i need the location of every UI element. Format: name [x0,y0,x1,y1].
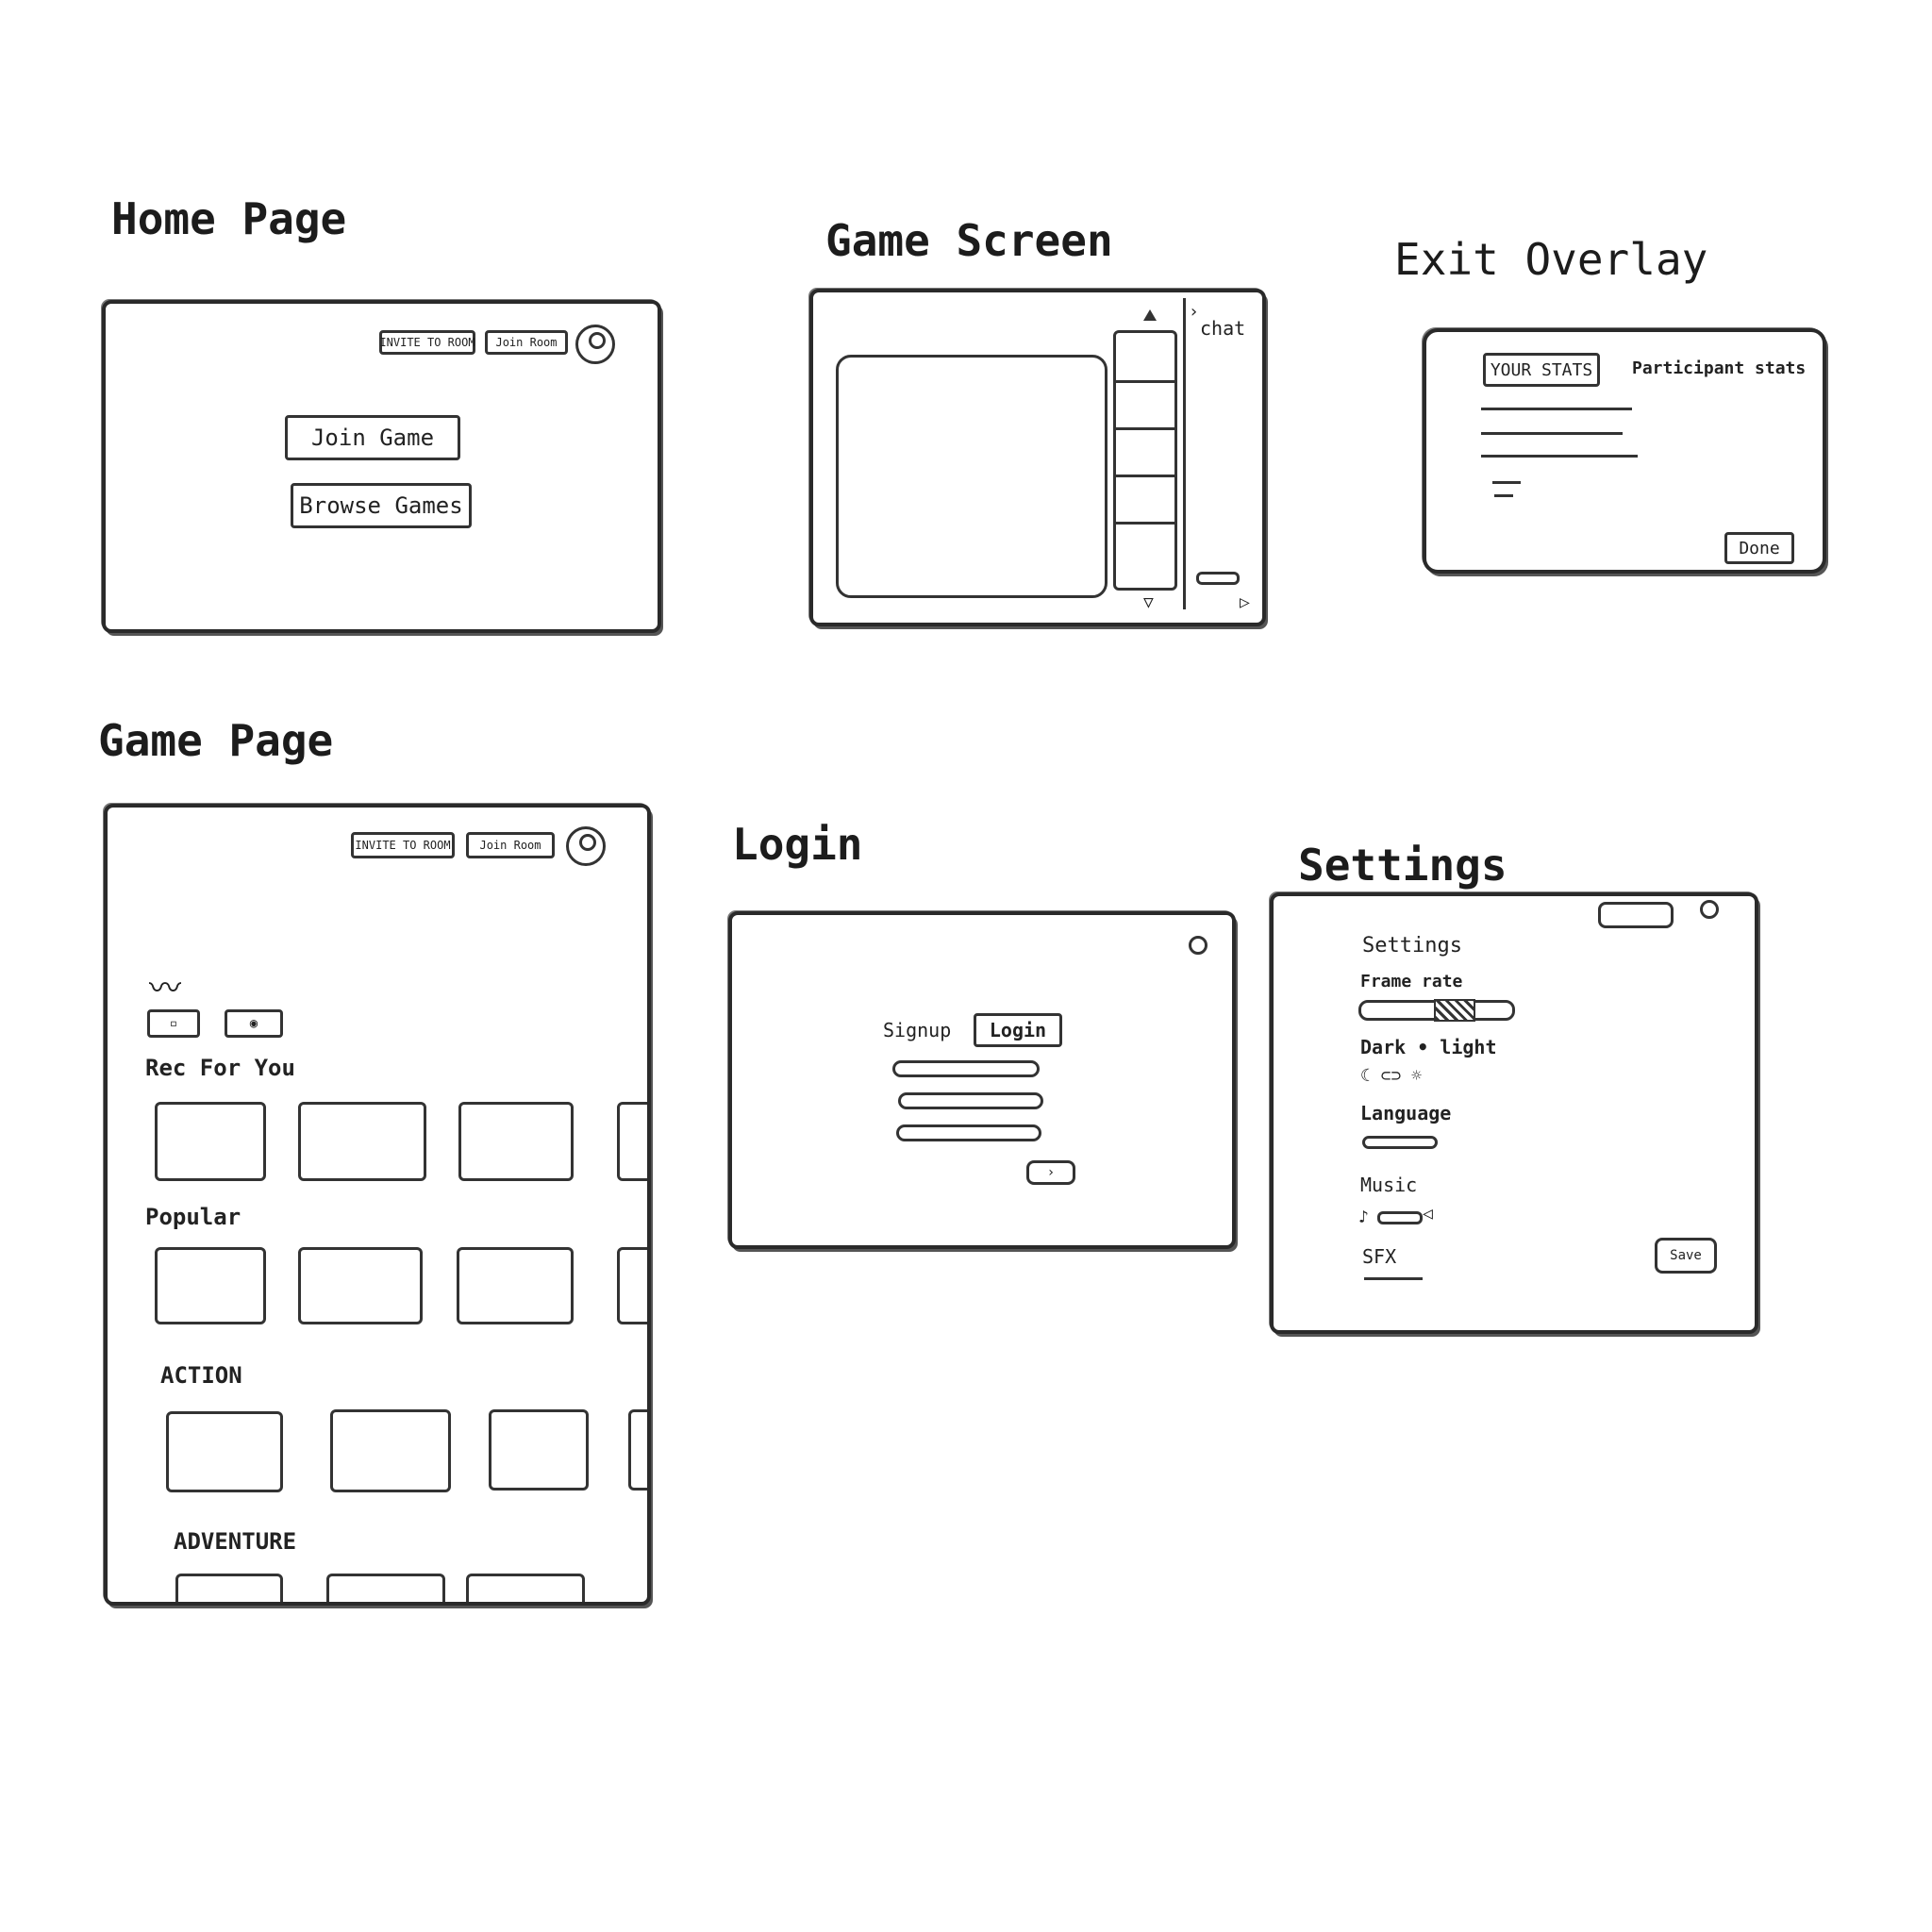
game-card[interactable] [326,1574,445,1602]
participant-list [1113,330,1177,591]
arrow-up-icon[interactable] [1143,309,1157,321]
game-screen-title: Game Screen [825,215,1113,266]
join-room-button[interactable]: Join Room [466,832,555,858]
theme-toggle-icon[interactable]: ☾ ⊂⊃ ☼ [1360,1066,1422,1086]
game-card[interactable] [466,1574,585,1602]
section-label-adventure: ADVENTURE [174,1528,297,1555]
signup-tab[interactable]: Signup [883,1019,951,1041]
profile-avatar-icon[interactable] [575,325,615,364]
settings-tab-pill[interactable] [1598,902,1674,928]
close-icon[interactable] [1700,900,1719,919]
participant-row[interactable] [1116,522,1174,525]
game-card[interactable] [489,1409,589,1491]
exit-overlay-title: Exit Overlay [1394,234,1708,285]
game-card[interactable] [330,1409,451,1492]
invite-to-room-button[interactable]: INVITE TO ROOM [351,832,455,858]
theme-label: Dark • light [1360,1036,1497,1058]
settings-heading: Settings [1362,934,1462,958]
submit-arrow-button[interactable]: › [1026,1160,1075,1185]
login-title: Login [732,819,863,870]
volume-up-icon: ◁ [1423,1204,1433,1224]
invite-to-room-button[interactable]: INVITE TO ROOM [379,330,475,355]
filter-toggle-button[interactable]: ▫ [147,1009,200,1038]
login-tab[interactable]: Login [974,1013,1062,1047]
exit-overlay-frame: YOUR STATS Participant stats Done [1423,328,1826,574]
section-label-rec: Rec For You [145,1055,295,1081]
frame-rate-label: Frame rate [1360,972,1463,991]
home-page-frame: INVITE TO ROOM Join Room Join Game Brows… [102,300,661,633]
done-button[interactable]: Done [1724,532,1794,564]
stats-line [1481,432,1623,435]
game-card[interactable] [155,1102,266,1181]
game-viewport [836,355,1108,598]
participant-row[interactable] [1116,427,1174,430]
email-field[interactable] [898,1092,1043,1109]
settings-toggle-button[interactable]: ◉ [225,1009,283,1038]
arrow-down-icon[interactable]: ▽ [1143,592,1154,612]
save-button[interactable]: Save [1655,1238,1717,1274]
username-field[interactable] [892,1060,1040,1077]
chat-label: chat [1200,317,1246,340]
sidebar-divider [1183,298,1186,609]
your-stats-tab[interactable]: YOUR STATS [1483,353,1600,387]
sfx-slider[interactable] [1364,1277,1423,1280]
participant-stats-tab[interactable]: Participant stats [1632,358,1806,378]
volume-icon: ♪ [1358,1208,1369,1227]
language-label: Language [1360,1102,1452,1124]
game-card[interactable] [628,1409,647,1491]
section-label-popular: Popular [145,1204,242,1230]
game-card[interactable] [298,1102,426,1181]
home-page-title: Home Page [111,193,347,244]
language-select[interactable] [1362,1136,1438,1149]
stats-line [1494,494,1513,497]
browse-games-button[interactable]: Browse Games [291,483,472,528]
frame-rate-handle[interactable] [1434,999,1475,1022]
join-room-button[interactable]: Join Room [485,330,568,355]
game-screen-frame: chat › ▷ ▽ [809,289,1266,626]
settings-title: Settings [1298,840,1507,891]
logo-scribble-icon: 〰 [149,970,181,1008]
music-label: Music [1360,1174,1418,1196]
close-icon[interactable] [1189,936,1208,955]
participant-row[interactable] [1116,475,1174,477]
game-card[interactable] [166,1411,283,1492]
sfx-label: SFX [1362,1245,1397,1268]
game-page-title: Game Page [98,715,334,766]
chevron-right-icon[interactable]: › [1189,302,1199,322]
settings-frame: Settings Frame rate Dark • light ☾ ⊂⊃ ☼ … [1270,892,1758,1334]
password-field[interactable] [896,1124,1041,1141]
send-icon[interactable]: ▷ [1240,592,1250,612]
stats-line [1481,455,1638,458]
join-game-button[interactable]: Join Game [285,415,460,460]
login-frame: Signup Login › [728,911,1236,1249]
participant-row[interactable] [1116,380,1174,383]
game-page-frame: INVITE TO ROOM Join Room 〰 ▫ ◉ Rec For Y… [104,804,651,1606]
game-card[interactable] [155,1247,266,1324]
stats-line [1492,481,1521,484]
game-card[interactable] [457,1247,574,1324]
game-card[interactable] [617,1102,647,1181]
game-card[interactable] [617,1247,647,1324]
stats-line [1481,408,1632,410]
game-card[interactable] [298,1247,423,1324]
section-label-action: ACTION [160,1362,242,1389]
profile-avatar-icon[interactable] [566,826,606,866]
game-card[interactable] [458,1102,574,1181]
chat-input[interactable] [1196,572,1240,585]
music-volume-slider[interactable] [1377,1211,1423,1224]
game-card[interactable] [175,1574,283,1602]
